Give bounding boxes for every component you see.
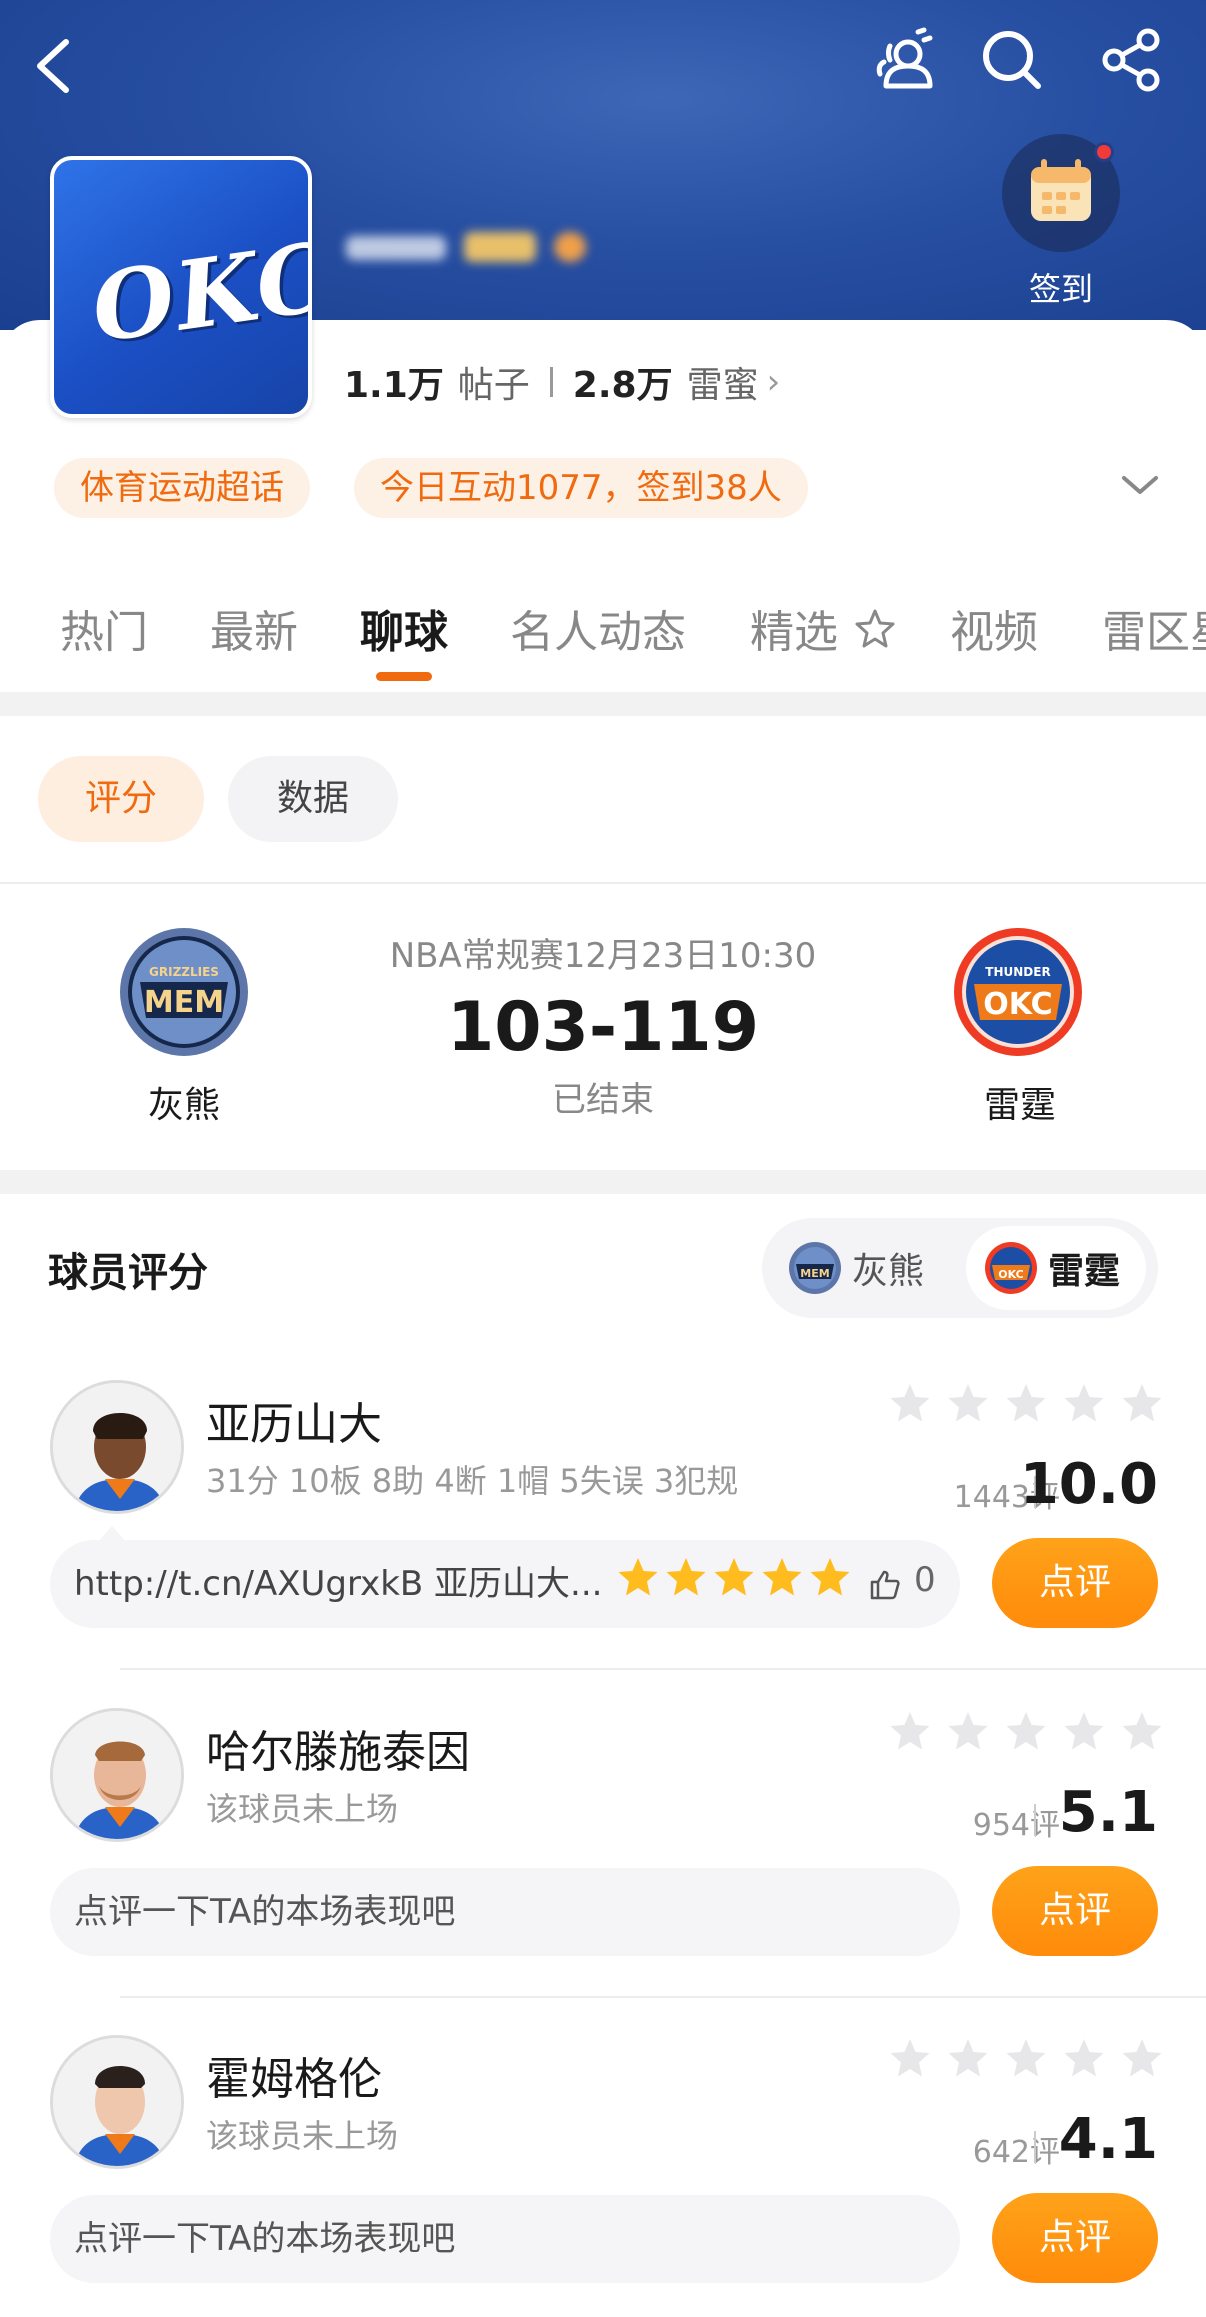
fans-label: 雷蜜 xyxy=(686,365,759,406)
category-tag[interactable]: 体育运动超话 xyxy=(54,458,310,518)
player-stats: 31分 10板 8助 4断 1帽 5失误 3犯规 xyxy=(206,1462,739,1500)
section-divider xyxy=(0,1170,1206,1194)
player-stats: 该球员未上场 xyxy=(206,1790,399,1828)
home-team-name: 灰熊 xyxy=(147,1085,220,1126)
svg-text:MEM: MEM xyxy=(800,1267,829,1280)
grizzlies-mini-logo-icon: MEM xyxy=(789,1242,841,1294)
subtab-rating[interactable]: 评分 xyxy=(38,756,204,842)
player-stats: 该球员未上场 xyxy=(206,2117,399,2155)
comment-prompt[interactable]: 点评一下TA的本场表现吧 xyxy=(50,1868,960,1956)
share-icon[interactable] xyxy=(1096,24,1168,96)
comment-prompt[interactable]: 点评一下TA的本场表现吧 xyxy=(50,2195,960,2283)
topic-stats[interactable]: 1.1万 帖子 2.8万 雷蜜 › xyxy=(344,356,780,408)
team-option-grizzlies-label: 灰熊 xyxy=(852,1251,925,1292)
team-option-thunder-label: 雷霆 xyxy=(1048,1251,1121,1292)
tab-thunder-zone[interactable]: 雷区星 xyxy=(1102,596,1206,660)
group-chat-icon[interactable] xyxy=(868,24,940,96)
tab-featured-label: 精选 xyxy=(750,607,838,658)
thunder-logo-icon[interactable]: THUNDER OKC xyxy=(952,926,1084,1058)
rating-divider xyxy=(1034,1804,1036,1836)
tab-chat-ball[interactable]: 聊球 xyxy=(360,596,448,660)
team-option-thunder[interactable]: OKC 雷霆 xyxy=(966,1226,1147,1310)
tab-video[interactable]: 视频 xyxy=(950,596,1038,660)
featured-badge-icon xyxy=(855,609,895,648)
player-avatar[interactable] xyxy=(50,1708,184,1842)
review-button[interactable]: 点评 xyxy=(992,2193,1158,2283)
chevron-down-icon[interactable] xyxy=(1120,470,1160,500)
divider xyxy=(120,1996,1206,1998)
player-name: 霍姆格伦 xyxy=(206,2054,382,2105)
notification-dot xyxy=(1094,142,1114,162)
tab-latest[interactable]: 最新 xyxy=(210,596,298,660)
comment-prompt-text: 点评一下TA的本场表现吧 xyxy=(74,2219,456,2259)
svg-text:MEM: MEM xyxy=(144,985,224,1020)
svg-text:OKC: OKC xyxy=(983,987,1052,1022)
ratings-title: 球员评分 xyxy=(48,1250,208,1296)
player-score: 4.1 xyxy=(1058,2107,1158,2172)
posts-label: 帖子 xyxy=(457,365,530,406)
chevron-right-icon: › xyxy=(766,362,781,402)
stats-divider xyxy=(549,367,553,397)
player-score: 10.0 xyxy=(1019,1452,1158,1517)
match-status: 已结束 xyxy=(552,1080,654,1120)
divider xyxy=(120,1668,1206,1670)
rating-count: 642评 xyxy=(972,2135,1060,2170)
svg-text:OKC: OKC xyxy=(998,1268,1023,1281)
player-avatar[interactable] xyxy=(50,2035,184,2169)
rating-stars[interactable] xyxy=(888,1382,1178,1424)
activity-tag[interactable]: 今日互动1077，签到38人 xyxy=(354,458,808,518)
tab-hot[interactable]: 热门 xyxy=(60,596,148,660)
match-score: 103-119 xyxy=(446,988,760,1067)
topic-avatar[interactable]: OKC xyxy=(50,156,312,418)
comment-prompt-text: 点评一下TA的本场表现吧 xyxy=(74,1892,456,1932)
player-row: 霍姆格伦 该球员未上场 642评 4.1 点评一下TA的本场表现吧 点评 xyxy=(0,2035,1206,2317)
active-tab-indicator xyxy=(376,672,432,681)
grizzlies-logo-icon[interactable]: GRIZZLIES MEM xyxy=(118,926,250,1058)
blurred-topic-name xyxy=(346,222,594,270)
player-row: 亚历山大 31分 10板 8助 4断 1帽 5失误 3犯规 1443评 10.0… xyxy=(0,1380,1206,1700)
team-option-grizzlies[interactable]: MEM 灰熊 xyxy=(788,1226,934,1310)
checkin-label: 签到 xyxy=(1028,270,1093,308)
player-avatar[interactable] xyxy=(50,1380,184,1514)
rating-stars[interactable] xyxy=(888,1710,1178,1752)
rating-stars[interactable] xyxy=(888,2037,1178,2079)
back-arrow-icon[interactable] xyxy=(34,38,74,94)
comment-text: http://t.cn/AXUgrxkB 亚历山大... xyxy=(74,1564,603,1604)
rating-count: 954评 xyxy=(972,1808,1060,1843)
player-name: 亚历山大 xyxy=(206,1399,382,1450)
player-name: 哈尔滕施泰因 xyxy=(206,1727,470,1778)
thumbs-up-icon[interactable] xyxy=(868,1568,902,1602)
tab-featured[interactable]: 精选 xyxy=(750,596,898,660)
rating-divider xyxy=(1034,2131,1036,2163)
posts-count: 1.1万 xyxy=(344,365,444,406)
thunder-mini-logo-icon: OKC xyxy=(985,1242,1037,1294)
divider xyxy=(0,882,1206,884)
player-score: 5.1 xyxy=(1058,1780,1158,1845)
search-icon[interactable] xyxy=(976,24,1048,96)
player-row: 哈尔滕施泰因 该球员未上场 954评 5.1 点评一下TA的本场表现吧 点评 xyxy=(0,1708,1206,2028)
review-button[interactable]: 点评 xyxy=(992,1538,1158,1628)
review-button[interactable]: 点评 xyxy=(992,1866,1158,1956)
match-info: NBA常规赛12月23日10:30 xyxy=(389,936,817,976)
tab-bar: 热门 最新 聊球 名人动态 精选 视频 雷区星 xyxy=(0,596,1206,676)
subtab-data[interactable]: 数据 xyxy=(228,756,398,842)
svg-text:GRIZZLIES: GRIZZLIES xyxy=(149,965,219,979)
tab-celebrity-updates[interactable]: 名人动态 xyxy=(510,596,686,660)
comment-rating-stars xyxy=(616,1556,856,1598)
section-divider xyxy=(0,692,1206,716)
fans-count: 2.8万 xyxy=(572,365,673,406)
away-team-name: 雷霆 xyxy=(983,1085,1056,1126)
svg-text:THUNDER: THUNDER xyxy=(985,965,1050,979)
like-count: 0 xyxy=(914,1560,936,1600)
team-switch: MEM 灰熊 OKC 雷霆 xyxy=(762,1218,1158,1318)
